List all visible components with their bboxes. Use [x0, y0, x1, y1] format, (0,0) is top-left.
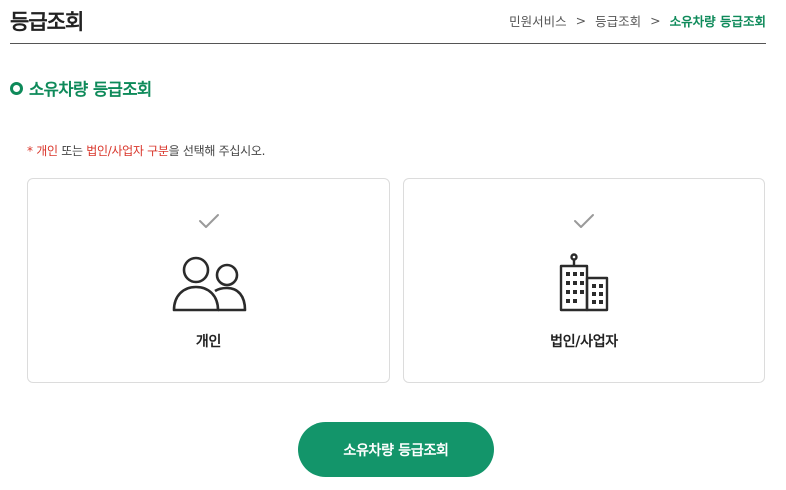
ring-bullet-icon [10, 81, 23, 95]
breadcrumb-separator: > [650, 13, 661, 28]
section-title-text: 소유차량 등급조회 [29, 80, 152, 99]
page: 등급조회 민원서비스 > 등급조회 > 소유차량 등급조회 소유차량 등급조회 … [0, 0, 786, 490]
section-title: 소유차량 등급조회 [10, 76, 152, 100]
option-label-corporate: 법인/사업자 [550, 334, 618, 350]
option-card-corporate[interactable]: 법인/사업자 [403, 178, 765, 383]
inquiry-submit-button[interactable]: 소유차량 등급조회 [298, 422, 494, 477]
selection-notice: * 개인 또는 법인/사업자 구분을 선택해 주십시오. [27, 142, 265, 159]
option-card-personal[interactable]: 개인 [27, 178, 390, 383]
option-label-personal: 개인 [195, 334, 222, 350]
check-icon [198, 213, 220, 233]
breadcrumb-item-civil-service[interactable]: 민원서비스 [509, 11, 567, 30]
people-icon [171, 253, 247, 317]
notice-asterisk: * [27, 144, 33, 158]
notice-or: 또는 [57, 144, 87, 158]
notice-instruction: 을 선택해 주십시오. [168, 144, 266, 158]
breadcrumb-item-current: 소유차량 등급조회 [669, 14, 766, 29]
check-icon [573, 213, 595, 233]
breadcrumb-separator: > [575, 13, 587, 28]
page-header: 등급조회 민원서비스 > 등급조회 > 소유차량 등급조회 [10, 0, 766, 44]
breadcrumb: 민원서비스 > 등급조회 > 소유차량 등급조회 [509, 11, 766, 30]
page-title: 등급조회 [10, 10, 84, 34]
breadcrumb-item-grade-inquiry[interactable]: 등급조회 [595, 11, 641, 30]
notice-personal: 개인 [36, 144, 58, 158]
notice-corporate: 법인/사업자 구분 [86, 144, 169, 158]
building-icon [557, 253, 611, 317]
